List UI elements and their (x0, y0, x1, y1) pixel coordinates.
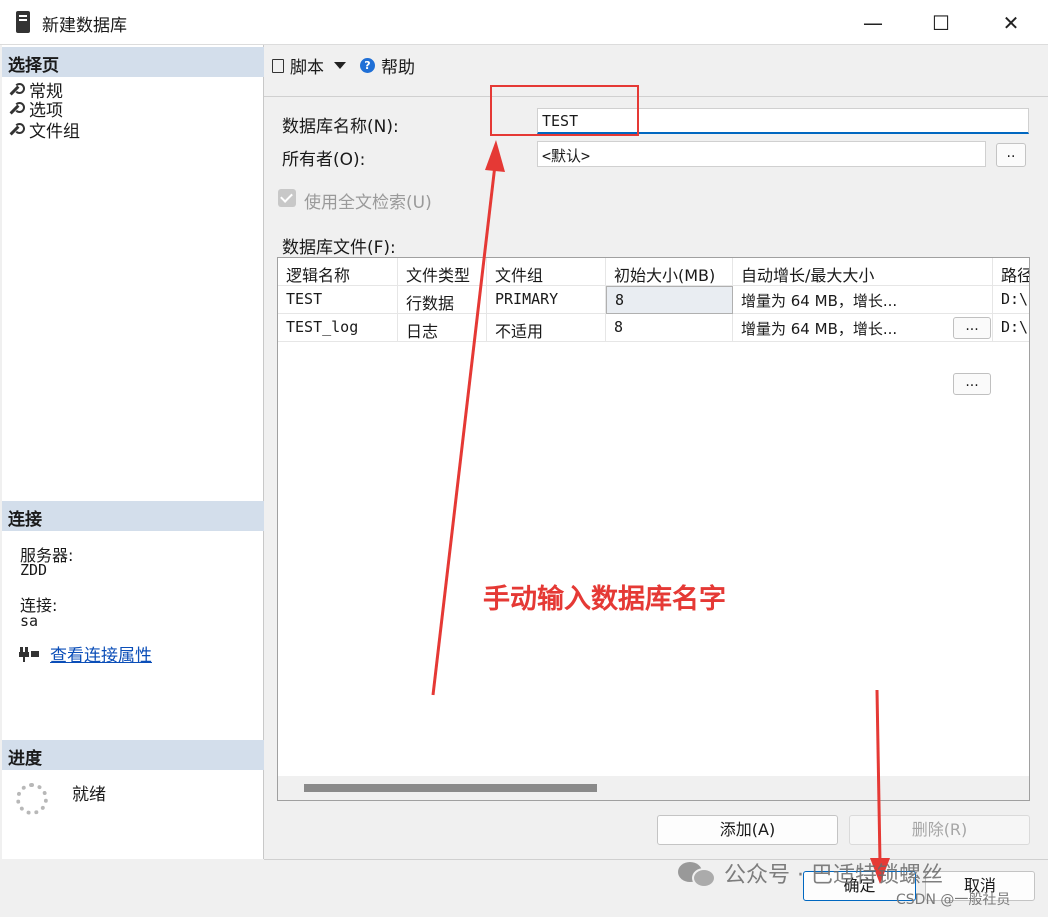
wechat-icon (678, 860, 716, 888)
csdn-watermark: CSDN @一般社员 (896, 892, 1011, 908)
watermark-text: 公众号 · 巴适特锁螺丝 (724, 863, 943, 888)
annotation-arrows (431, 140, 890, 884)
watermark: 公众号 · 巴适特锁螺丝 (678, 857, 943, 889)
annotation-text: 手动输入数据库名字 (483, 584, 726, 615)
